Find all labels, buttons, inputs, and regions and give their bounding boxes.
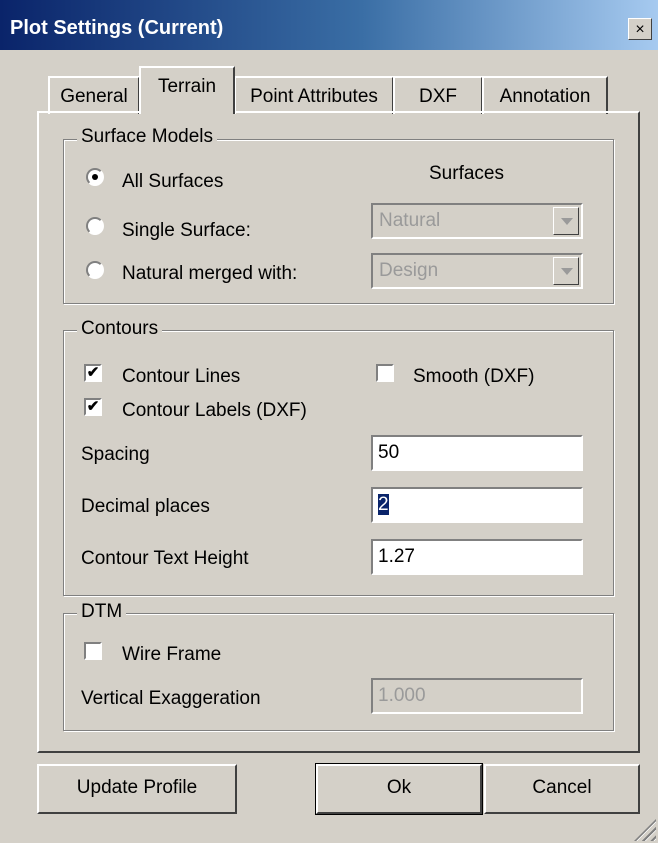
single-surface-radio[interactable] <box>86 217 104 235</box>
update-profile-button[interactable]: Update Profile <box>37 764 237 814</box>
wire-frame-label: Wire Frame <box>122 644 222 665</box>
vertical-exaggeration-value: 1.000 <box>378 685 426 706</box>
spacing-label: Spacing <box>81 444 150 465</box>
contour-lines-label: Contour Lines <box>122 366 241 387</box>
check-icon: ✔ <box>86 398 100 415</box>
merged-with-dropdown-icon[interactable] <box>553 257 579 285</box>
tab-general-label: General <box>60 86 128 107</box>
cancel-button[interactable]: Cancel <box>484 764 640 814</box>
update-profile-label: Update Profile <box>76 777 198 798</box>
contour-labels-checkbox[interactable]: ✔ <box>84 398 102 416</box>
close-icon: × <box>635 21 645 38</box>
decimal-places-label: Decimal places <box>81 496 210 517</box>
tab-dxf-label: DXF <box>419 86 457 107</box>
merged-with-select[interactable]: Design <box>371 253 583 289</box>
tab-annotation-label: Annotation <box>499 86 591 107</box>
all-surfaces-label: All Surfaces <box>122 171 224 192</box>
vertical-exaggeration-label: Vertical Exaggeration <box>81 688 261 709</box>
resize-grip-icon[interactable] <box>634 819 656 841</box>
single-surface-select[interactable]: Natural <box>371 203 583 239</box>
decimal-places-input[interactable]: 2 <box>371 487 583 523</box>
surface-models-group-label: Surface Models <box>77 126 218 148</box>
contour-lines-checkbox[interactable]: ✔ <box>84 364 102 382</box>
single-surface-select-value: Natural <box>379 210 441 231</box>
tab-terrain[interactable]: Terrain <box>139 66 235 114</box>
spacing-value: 50 <box>378 442 400 463</box>
vertical-exaggeration-input[interactable]: 1.000 <box>371 678 583 714</box>
contour-text-height-value: 1.27 <box>378 546 415 567</box>
contour-text-height-label: Contour Text Height <box>81 548 249 569</box>
ok-label: Ok <box>386 777 412 798</box>
tab-point-attributes[interactable]: Point Attributes <box>234 76 394 114</box>
merged-with-radio[interactable] <box>86 261 104 279</box>
dtm-group-label: DTM <box>77 601 127 623</box>
tab-terrain-label: Terrain <box>157 76 217 97</box>
check-icon: ✔ <box>86 364 100 381</box>
cancel-label: Cancel <box>532 777 592 798</box>
decimal-places-value: 2 <box>378 494 389 515</box>
close-button[interactable]: × <box>628 18 652 40</box>
merged-with-select-value: Design <box>379 260 439 281</box>
merged-with-label: Natural merged with: <box>122 263 298 284</box>
smooth-dxf-label: Smooth (DXF) <box>413 366 535 387</box>
window-title: Plot Settings (Current) <box>10 17 224 39</box>
surfaces-header: Surfaces <box>429 163 504 184</box>
single-surface-label: Single Surface: <box>122 220 251 241</box>
single-surface-dropdown-icon[interactable] <box>553 207 579 235</box>
contours-group-label: Contours <box>77 318 163 340</box>
smooth-dxf-checkbox[interactable] <box>376 364 394 382</box>
contour-labels-label: Contour Labels (DXF) <box>122 400 307 421</box>
ok-button[interactable]: Ok <box>315 763 483 815</box>
tab-point-attributes-label: Point Attributes <box>250 86 378 107</box>
wire-frame-checkbox[interactable] <box>84 642 102 660</box>
contour-text-height-input[interactable]: 1.27 <box>371 539 583 575</box>
tab-general[interactable]: General <box>48 76 140 114</box>
tab-dxf[interactable]: DXF <box>393 76 483 114</box>
all-surfaces-radio[interactable] <box>86 168 104 186</box>
spacing-input[interactable]: 50 <box>371 435 583 471</box>
terrain-tab-page: Surface Models Surfaces All Surfaces Sin… <box>37 111 640 753</box>
tab-annotation[interactable]: Annotation <box>482 76 608 114</box>
title-bar: Plot Settings (Current) × <box>0 0 658 50</box>
